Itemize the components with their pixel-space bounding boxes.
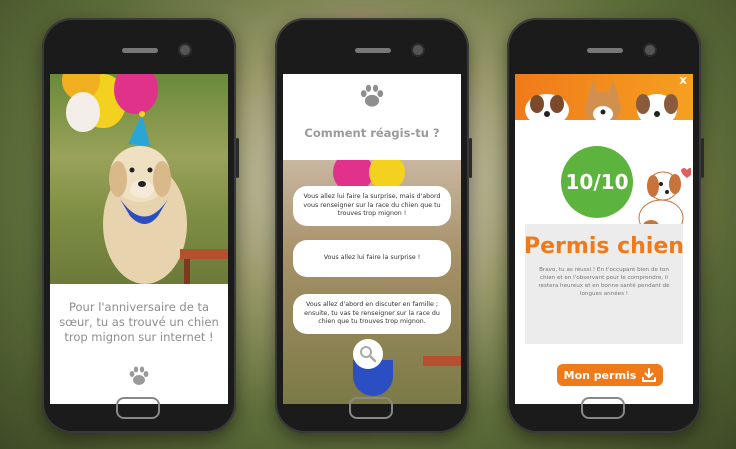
dog-heads-illustration: [525, 80, 678, 120]
phone-question: Comment réagis-tu ? Vous allez lui faire…: [275, 18, 472, 433]
phone-result: X 10/10 Permis chien Bravo, tu as réussi…: [507, 18, 704, 433]
side-button: [701, 138, 704, 178]
camera: [413, 45, 423, 55]
birthday-dog-photo: [50, 74, 228, 284]
paw-icon: [128, 366, 150, 390]
home-button[interactable]: [349, 397, 393, 419]
speaker: [587, 48, 623, 53]
search-button[interactable]: [353, 339, 383, 369]
screen: Comment réagis-tu ? Vous allez lui faire…: [283, 74, 461, 404]
side-button: [469, 138, 472, 178]
home-button[interactable]: [581, 397, 625, 419]
golden-retriever-illustration: [103, 111, 228, 284]
score-badge: 10/10: [561, 146, 633, 218]
paw-icon: [359, 84, 385, 112]
my-permit-label: Mon permis: [563, 368, 637, 382]
screen: Pour l'anniversaire de ta sœur, tu as tr…: [50, 74, 228, 404]
choice-option-1[interactable]: Vous allez lui faire la surprise, mais d…: [293, 186, 451, 226]
search-icon: [360, 346, 377, 363]
speaker: [355, 48, 391, 53]
home-button[interactable]: [116, 397, 160, 419]
story-caption: Pour l'anniversaire de ta sœur, tu as tr…: [59, 300, 219, 344]
camera: [180, 45, 190, 55]
screen: X 10/10 Permis chien Bravo, tu as réussi…: [515, 74, 693, 404]
dogs-header-banner: X: [515, 74, 693, 120]
side-button: [236, 138, 239, 178]
download-icon: [642, 368, 657, 382]
camera: [645, 45, 655, 55]
phone-story: Pour l'anniversaire de ta sœur, tu as tr…: [42, 18, 239, 433]
choice-option-2[interactable]: Vous allez lui faire la surprise !: [293, 240, 451, 277]
choice-option-3[interactable]: Vous allez d'abord en discuter en famill…: [293, 294, 451, 334]
table-edge: [423, 356, 461, 366]
speaker: [122, 48, 158, 53]
close-icon[interactable]: X: [679, 76, 687, 87]
result-title: Permis chien: [524, 234, 684, 259]
result-message: Bravo, tu as réussi ! En t'occupant bien…: [538, 267, 670, 297]
question-title: Comment réagis-tu ?: [304, 126, 440, 140]
my-permit-button[interactable]: Mon permis: [557, 364, 663, 386]
